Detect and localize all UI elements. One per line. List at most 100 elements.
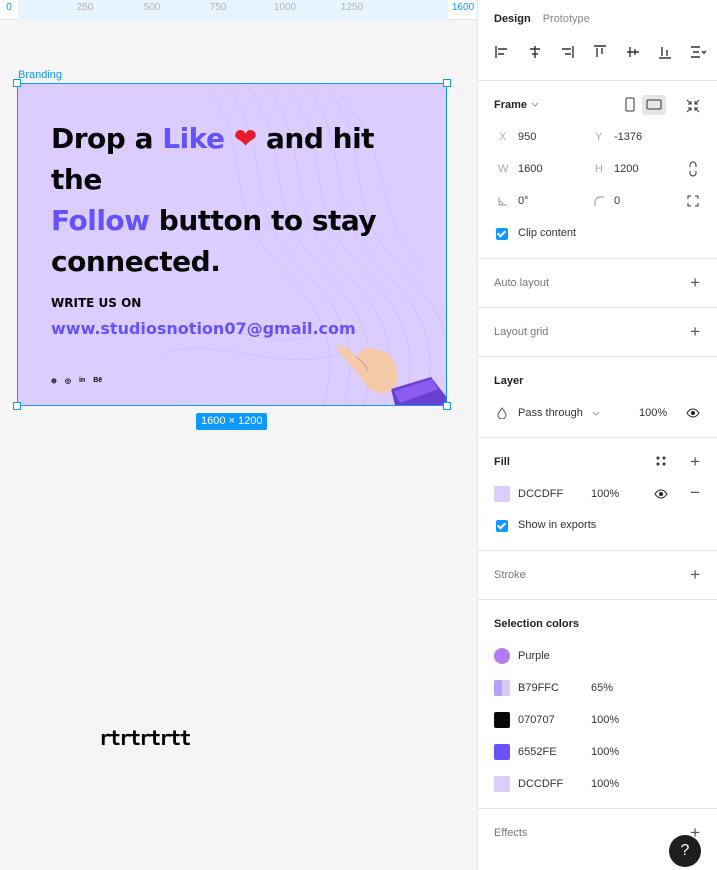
- selection-color-name[interactable]: B79FFC: [518, 682, 559, 694]
- tab-prototype[interactable]: Prototype: [543, 13, 590, 25]
- help-button[interactable]: ?: [669, 835, 701, 867]
- ruler-tick: 1600: [451, 2, 475, 13]
- landscape-orientation-button[interactable]: [642, 95, 666, 115]
- selection-color-swatch[interactable]: [494, 680, 510, 696]
- fill-hex-input[interactable]: DCCDFF: [518, 488, 563, 500]
- add-stroke-plus-icon[interactable]: +: [690, 566, 700, 583]
- stroke-title: Stroke: [494, 569, 526, 581]
- auto-layout-section: Auto layout +: [478, 258, 717, 307]
- ruler-tick: 1000: [273, 2, 297, 13]
- selection-color-opacity[interactable]: 100%: [591, 714, 619, 726]
- scribble-text-layer[interactable]: rtrtrtrtt: [99, 726, 191, 750]
- fill-opacity-input[interactable]: 100%: [591, 488, 619, 500]
- behance-icon: Bē: [93, 377, 103, 384]
- email-text: www.studiosnotion07@gmail.com: [51, 319, 356, 338]
- add-layout-grid-plus-icon[interactable]: +: [690, 323, 700, 340]
- chevron-down-icon[interactable]: [531, 102, 539, 108]
- resize-handle-top-right[interactable]: [443, 79, 451, 87]
- fill-color-swatch[interactable]: [494, 486, 510, 502]
- horizontal-ruler: 0 250 500 750 1000 1250 1600: [0, 0, 477, 20]
- selection-colors-section: Selection colors Purple B79FFC 65% 07070…: [478, 599, 717, 808]
- y-label: Y: [595, 131, 603, 143]
- headline: Drop a Like ❤ and hit the Follow button …: [51, 118, 431, 282]
- add-auto-layout-plus-icon[interactable]: +: [690, 274, 700, 291]
- frame-size-badge: 1600 × 1200: [196, 413, 268, 430]
- headline-follow: Follow: [51, 204, 150, 237]
- selection-color-name[interactable]: DCCDFF: [518, 778, 563, 790]
- alignment-toolbar: [494, 44, 706, 60]
- pointing-hand-illustration: [336, 345, 446, 405]
- x-input[interactable]: 950: [518, 131, 536, 143]
- h-label: H: [595, 163, 603, 175]
- align-bottom-icon[interactable]: [657, 44, 673, 60]
- ruler-tick: 250: [76, 2, 94, 13]
- distribute-icon[interactable]: [690, 44, 706, 60]
- landscape-orientation-icon: [646, 99, 662, 110]
- dribbble-icon: ⊕: [51, 378, 57, 385]
- frame-section-title[interactable]: Frame: [494, 99, 527, 111]
- headline-text: button to stay: [149, 204, 377, 237]
- selection-color-name[interactable]: 070707: [518, 714, 555, 726]
- social-icons: ⊕ ◎ in Bē: [51, 377, 102, 385]
- selection-color-swatch[interactable]: [494, 648, 510, 664]
- panel-tabs: Design Prototype: [494, 13, 590, 25]
- y-input[interactable]: -1376: [614, 131, 642, 143]
- layer-opacity-input[interactable]: 100%: [639, 407, 667, 419]
- selection-color-swatch[interactable]: [494, 744, 510, 760]
- align-vertical-center-icon[interactable]: [625, 44, 641, 60]
- eye-icon[interactable]: [686, 408, 700, 418]
- selection-color-opacity[interactable]: 100%: [591, 746, 619, 758]
- add-fill-plus-icon[interactable]: +: [690, 453, 700, 470]
- ruler-tick: 750: [209, 2, 227, 13]
- ruler-tick: 1250: [340, 2, 364, 13]
- branding-frame[interactable]: Drop a Like ❤ and hit the Follow button …: [17, 83, 447, 406]
- corner-radius-icon: [594, 196, 604, 206]
- headline-like: Like: [162, 122, 225, 155]
- instagram-icon: ◎: [64, 378, 71, 385]
- corner-radius-input[interactable]: 0: [614, 195, 620, 207]
- layer-title: Layer: [494, 375, 524, 387]
- remove-fill-minus-icon[interactable]: −: [690, 484, 700, 501]
- selection-color-name[interactable]: Purple: [518, 650, 550, 662]
- rotation-input[interactable]: 0°: [518, 195, 529, 207]
- effects-title: Effects: [494, 827, 528, 839]
- constrain-proportions-icon[interactable]: [688, 161, 698, 177]
- show-in-exports-checkbox[interactable]: [496, 520, 508, 532]
- clip-content-checkbox[interactable]: [496, 228, 508, 240]
- style-grid-icon[interactable]: [655, 455, 667, 467]
- selection-color-opacity[interactable]: 100%: [591, 778, 619, 790]
- selection-color-opacity[interactable]: 65%: [591, 682, 613, 694]
- w-label: W: [498, 163, 509, 175]
- align-horizontal-center-icon[interactable]: [527, 44, 543, 60]
- align-top-icon[interactable]: [592, 44, 608, 60]
- resize-handle-bottom-right[interactable]: [443, 402, 451, 410]
- selection-colors-title: Selection colors: [494, 618, 579, 630]
- write-us-label: WRITE US ON: [51, 296, 142, 310]
- fill-title: Fill: [494, 456, 510, 468]
- fill-section: Fill + DCCDFF 100% − Show in exports: [478, 437, 717, 550]
- resize-to-fit-icon[interactable]: [686, 99, 700, 113]
- eye-icon[interactable]: [654, 489, 668, 499]
- align-left-icon[interactable]: [494, 44, 510, 60]
- blend-mode-select[interactable]: Pass through: [518, 407, 583, 419]
- clip-content-label: Clip content: [518, 227, 577, 239]
- width-input[interactable]: 1600: [518, 163, 542, 175]
- selection-color-swatch[interactable]: [494, 776, 510, 792]
- ruler-tick: 0: [6, 2, 12, 13]
- selection-color-name[interactable]: 6552FE: [518, 746, 557, 758]
- auto-layout-title: Auto layout: [494, 277, 550, 289]
- layout-grid-section: Layout grid +: [478, 307, 717, 356]
- independent-corners-icon[interactable]: [687, 195, 699, 207]
- align-right-icon[interactable]: [559, 44, 575, 60]
- frame-name-label[interactable]: Branding: [18, 69, 62, 81]
- canvas[interactable]: 0 250 500 750 1000 1250 1600 Branding Dr: [0, 0, 477, 870]
- resize-handle-bottom-left[interactable]: [13, 402, 21, 410]
- x-label: X: [499, 131, 507, 143]
- height-input[interactable]: 1200: [614, 163, 638, 175]
- resize-handle-top-left[interactable]: [13, 79, 21, 87]
- portrait-orientation-icon[interactable]: [624, 97, 636, 113]
- show-in-exports-label: Show in exports: [518, 519, 597, 531]
- tab-design[interactable]: Design: [494, 13, 531, 25]
- selection-color-swatch[interactable]: [494, 712, 510, 728]
- chevron-down-icon[interactable]: [592, 411, 600, 417]
